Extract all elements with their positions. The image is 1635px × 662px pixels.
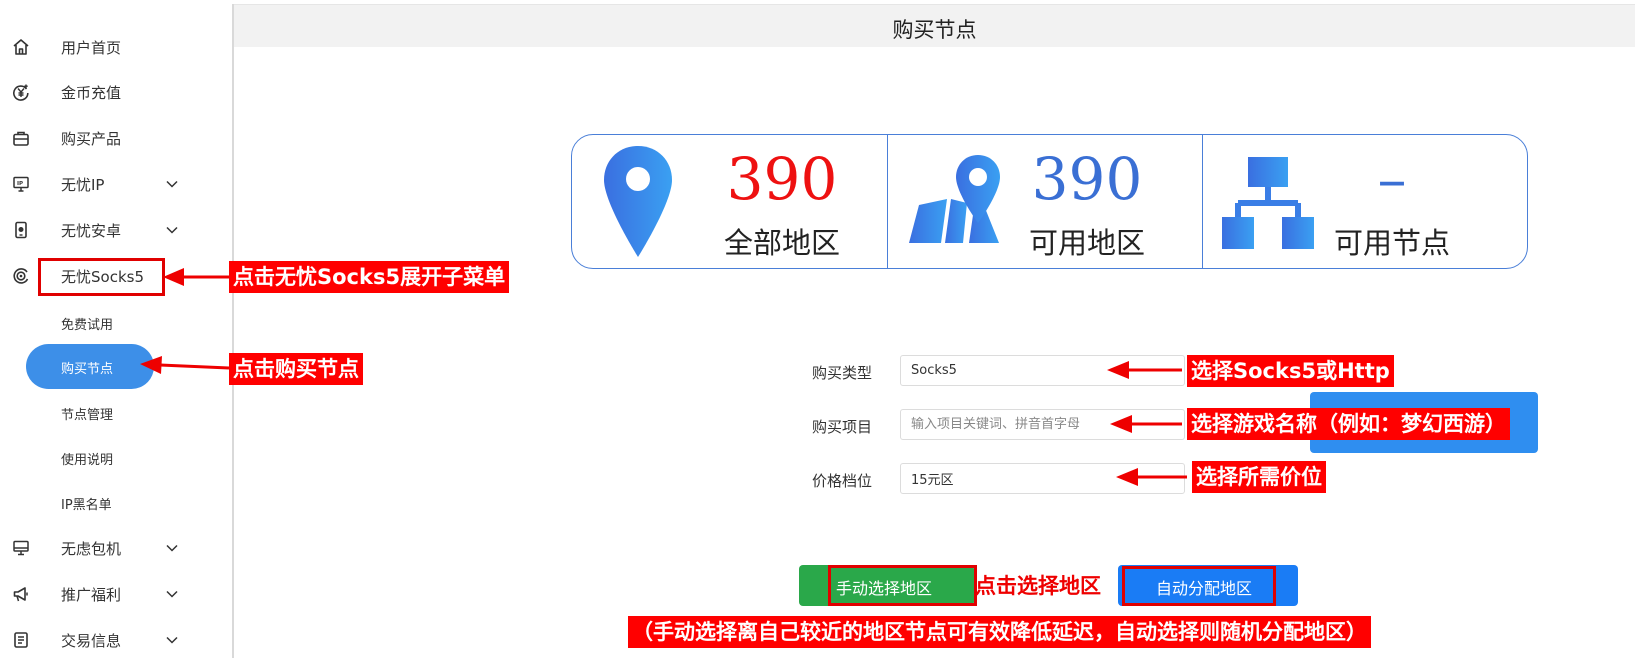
annotation-arrows	[140, 268, 1187, 486]
